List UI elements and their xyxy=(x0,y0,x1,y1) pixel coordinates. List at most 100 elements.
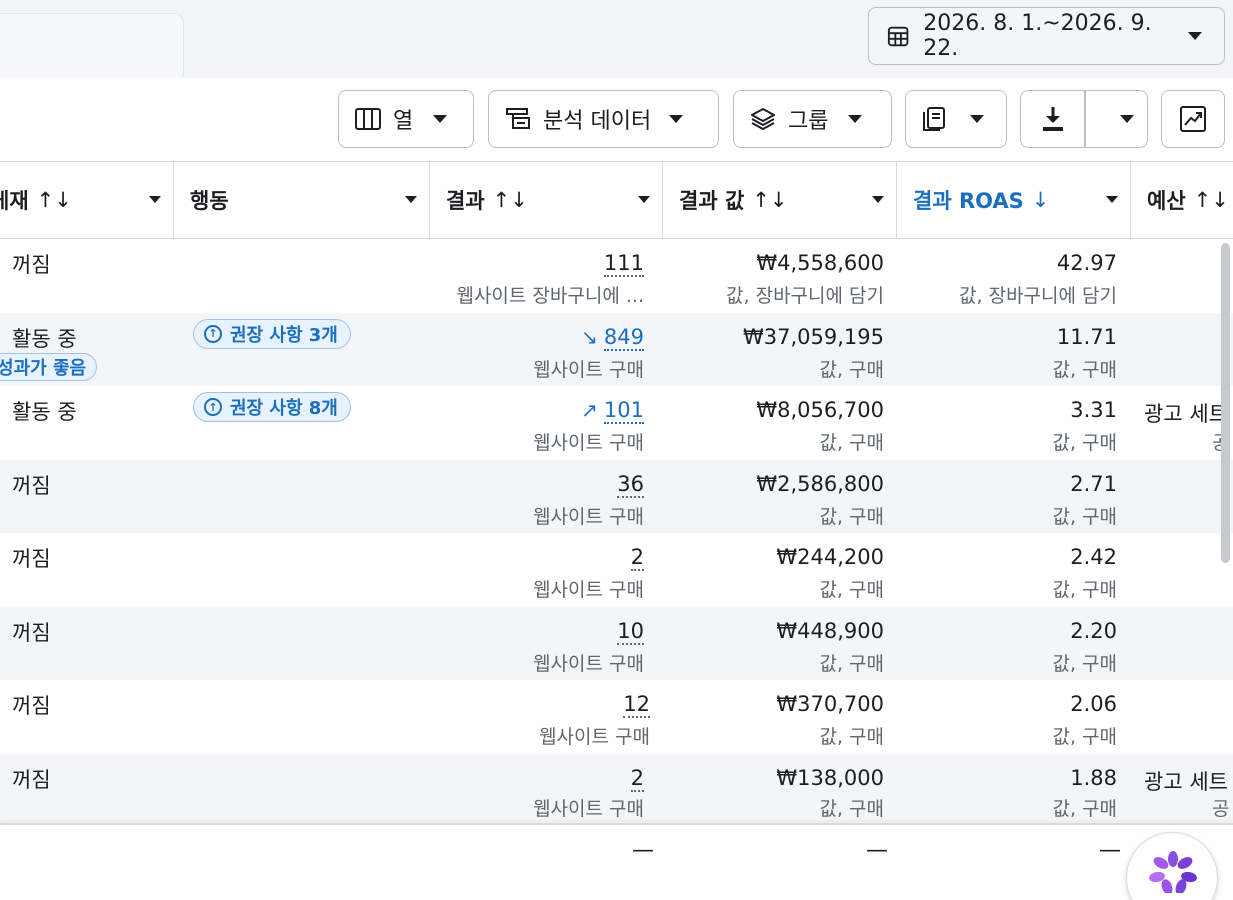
trend-down-icon: ↘ xyxy=(581,324,598,349)
chevron-down-icon[interactable] xyxy=(1106,196,1118,203)
result-value-type: 값, 구매 xyxy=(819,505,884,528)
result-roas: 42.97 xyxy=(1056,251,1117,275)
result-roas: 2.71 xyxy=(1070,471,1117,496)
result-value: ₩138,000 xyxy=(776,765,884,790)
chevron-down-icon[interactable] xyxy=(405,196,417,203)
column-header-action[interactable]: 행동 xyxy=(174,162,430,238)
delivery-status: 꺼짐 xyxy=(12,694,51,718)
result-value: ₩370,700 xyxy=(776,692,884,716)
chevron-down-icon[interactable] xyxy=(149,196,161,203)
recommendation-label: 권장 사항 8개 xyxy=(230,398,338,419)
group-button[interactable]: 그룹 xyxy=(733,90,892,148)
column-header-status[interactable]: 게재 ↑↓ xyxy=(0,162,174,238)
flower-logo-icon xyxy=(1149,851,1197,893)
group-label: 그룹 xyxy=(788,109,829,134)
result-type: 웹사이트 구매 xyxy=(533,358,644,381)
table-row[interactable]: 활동 중 ↑ 권장 사항 8개 ↗ 101 웹사이트 구매 ₩8,056,700 … xyxy=(0,386,1233,460)
table-row[interactable]: 꺼짐 10 웹사이트 구매 ₩448,900 값, 구매 2.20 값, 구매 xyxy=(0,606,1233,680)
result-type: 웹사이트 구매 xyxy=(533,432,644,454)
result-type: 웹사이트 구매 xyxy=(533,652,644,675)
delivery-status: 활동 중 xyxy=(12,400,77,424)
recommendation-badge[interactable]: ↑ 권장 사항 8개 xyxy=(193,392,351,422)
chevron-down-icon xyxy=(1188,32,1202,40)
result-value: ₩448,900 xyxy=(776,618,884,643)
calendar-icon xyxy=(887,26,909,47)
columns-icon xyxy=(355,108,381,130)
result-count[interactable]: 12 xyxy=(623,692,650,718)
performance-badge[interactable]: 성과가 좋음 xyxy=(0,352,98,381)
table-row[interactable]: 꺼짐 2 웹사이트 구매 ₩138,000 값, 구매 1.88 값, 구매 광… xyxy=(0,753,1233,824)
result-roas: 2.20 xyxy=(1070,618,1117,643)
chart-button[interactable] xyxy=(1161,90,1225,148)
chevron-down-icon xyxy=(970,115,984,123)
result-count[interactable]: 10 xyxy=(617,618,644,645)
result-type: 웹사이트 구매 xyxy=(539,726,650,748)
delivery-status: 활동 중 xyxy=(12,326,77,351)
column-header-budget-label: 예산 xyxy=(1147,189,1186,213)
columns-button[interactable]: 열 xyxy=(338,90,474,148)
column-header-roas-label: 결과 ROAS xyxy=(913,189,1024,213)
result-count[interactable]: 2 xyxy=(630,545,644,571)
result-count[interactable]: 36 xyxy=(617,471,644,498)
vertical-scrollbar[interactable] xyxy=(1221,243,1230,563)
result-value: ₩244,200 xyxy=(776,545,884,569)
table-row[interactable]: 활동 중 성과가 좋음 ↑ 권장 사항 3개 ↘ 849 웹사이트 구매 ₩37,… xyxy=(0,312,1233,386)
budget-value: 광고 세트 xyxy=(1144,402,1228,426)
result-value: ₩37,059,195 xyxy=(742,324,884,349)
result-roas: 1.88 xyxy=(1070,765,1117,790)
delivery-status: 꺼짐 xyxy=(12,620,51,645)
table-row[interactable]: 꺼짐 111 웹사이트 장바구니에 ... ₩4,558,600 값, 장바구니… xyxy=(0,239,1233,313)
result-count[interactable]: 2 xyxy=(630,765,644,792)
sort-arrows-icon: ↑↓ xyxy=(492,188,528,212)
result-value-type: 값, 구매 xyxy=(819,797,884,820)
result-value-type: 값, 구매 xyxy=(819,726,884,748)
table-row[interactable]: 꺼짐 36 웹사이트 구매 ₩2,586,800 값, 구매 2.71 값, 구… xyxy=(0,459,1233,533)
column-header-result-value-label: 결과 값 xyxy=(679,189,745,213)
arrow-up-circle-icon: ↑ xyxy=(204,324,222,343)
result-roas-type: 값, 구매 xyxy=(1052,505,1117,528)
table-row[interactable]: 꺼짐 2 웹사이트 구매 ₩244,200 값, 구매 2.42 값, 구매 xyxy=(0,533,1233,607)
breakdown-button[interactable]: 분석 데이터 xyxy=(488,90,719,148)
result-count[interactable]: 101 xyxy=(603,398,644,424)
reports-button[interactable] xyxy=(905,90,1007,148)
column-header-budget[interactable]: 예산 ↑↓ xyxy=(1131,162,1233,238)
date-range-picker[interactable]: 2026. 8. 1.~2026. 9. 22. xyxy=(868,7,1225,65)
budget-type: 공 xyxy=(1212,797,1230,820)
result-roas: 2.06 xyxy=(1070,692,1117,716)
result-roas-type: 값, 구매 xyxy=(1052,726,1117,748)
assistant-button[interactable] xyxy=(1126,832,1218,900)
result-value-type: 값, 구매 xyxy=(819,358,884,381)
result-type: 웹사이트 구매 xyxy=(533,797,644,820)
delivery-status: 꺼짐 xyxy=(12,253,51,277)
column-header-status-label: 게재 xyxy=(0,189,29,213)
breakdown-icon xyxy=(506,108,530,129)
result-roas-type: 값, 구매 xyxy=(1052,432,1117,454)
result-value-type: 값, 구매 xyxy=(819,652,884,675)
result-value: ₩8,056,700 xyxy=(756,398,884,422)
column-header-result-label: 결과 xyxy=(446,189,485,213)
chevron-down-icon xyxy=(848,115,863,123)
date-range-label: 2026. 8. 1.~2026. 9. 22. xyxy=(923,11,1152,61)
result-value-type: 값, 구매 xyxy=(819,579,884,601)
recommendation-badge[interactable]: ↑ 권장 사항 3개 xyxy=(193,318,351,349)
chevron-down-icon[interactable] xyxy=(1120,115,1134,123)
chevron-down-icon[interactable] xyxy=(638,196,650,203)
result-type: 웹사이트 장바구니에 ... xyxy=(456,285,644,307)
result-roas-type: 값, 구매 xyxy=(1052,652,1117,675)
summary-value: — xyxy=(866,838,888,863)
chevron-down-icon[interactable] xyxy=(872,196,884,203)
trend-chart-icon xyxy=(1180,106,1206,132)
column-header-roas[interactable]: 결과 ROAS ↓ xyxy=(897,162,1131,238)
result-value: ₩4,558,600 xyxy=(756,251,884,275)
result-count[interactable]: 849 xyxy=(603,324,644,351)
result-roas-type: 값, 구매 xyxy=(1052,579,1117,601)
summary-divider xyxy=(0,823,1233,825)
table-row[interactable]: 꺼짐 12 웹사이트 구매 ₩370,700 값, 구매 2.06 값, 구매 xyxy=(0,680,1233,754)
column-header-result[interactable]: 결과 ↑↓ xyxy=(430,162,663,238)
sort-arrows-icon: ↑↓ xyxy=(752,188,788,212)
result-roas-type: 값, 구매 xyxy=(1052,358,1117,381)
result-count[interactable]: 111 xyxy=(603,251,644,277)
column-header-result-value[interactable]: 결과 값 ↑↓ xyxy=(663,162,897,238)
summary-roas: — xyxy=(1099,838,1121,863)
result-roas: 2.42 xyxy=(1070,545,1117,569)
